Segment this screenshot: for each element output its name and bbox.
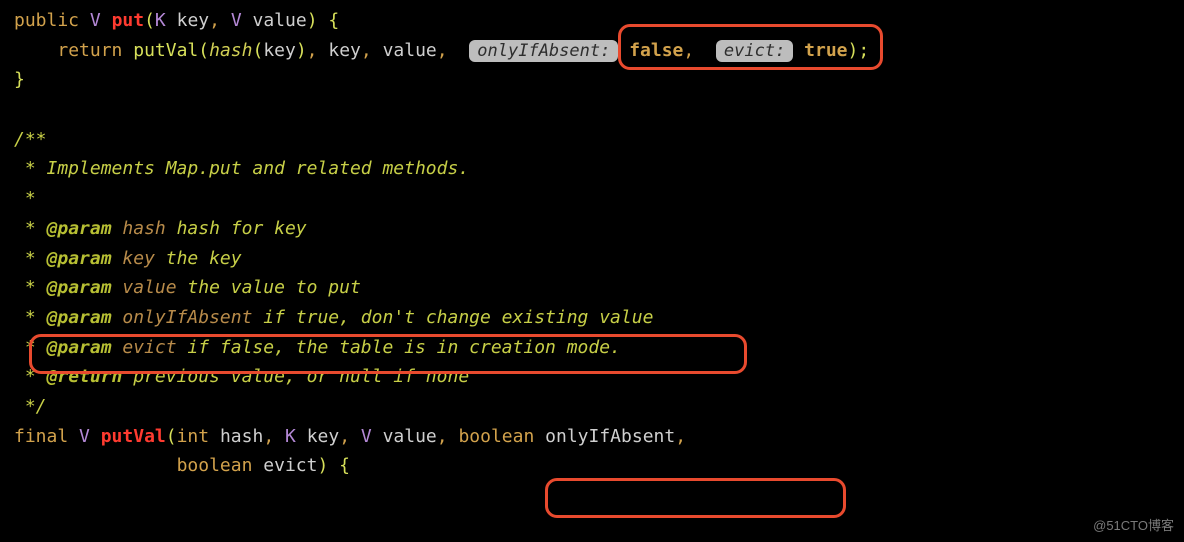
javadoc-pname: key (122, 248, 155, 269)
comma: , (361, 40, 372, 61)
call-hash: hash (209, 40, 252, 61)
javadoc-star: * (14, 337, 47, 358)
paren-open: ( (166, 426, 177, 447)
javadoc-tag: @return (47, 366, 123, 387)
javadoc-pname: onlyIfAbsent (122, 307, 252, 328)
comma: , (263, 426, 274, 447)
method-put: put (112, 10, 145, 31)
watermark: @51CTO博客 (1093, 515, 1174, 536)
comma: , (437, 426, 448, 447)
javadoc-star: * (14, 307, 47, 328)
brace-open: { (339, 455, 350, 476)
param-value: value (253, 10, 307, 31)
inlay-onlyifabsent: onlyIfAbsent: (469, 40, 618, 62)
param-evict: evict (263, 455, 317, 476)
type-k: K (285, 426, 296, 447)
arg-value: value (383, 40, 437, 61)
kw-int: int (177, 426, 210, 447)
javadoc-pname: hash (122, 218, 165, 239)
param-value: value (383, 426, 437, 447)
code-block: public V put(K key, V value) { return pu… (0, 0, 1184, 487)
javadoc-tag: @param (47, 307, 112, 328)
type-v2: V (361, 426, 372, 447)
paren-close: ) (307, 10, 318, 31)
comma: , (675, 426, 686, 447)
param-onlyifabsent: onlyIfAbsent (545, 426, 675, 447)
paren-close: ) (317, 455, 328, 476)
param-key: key (177, 10, 210, 31)
arg-key: key (328, 40, 361, 61)
arg-key: key (263, 40, 296, 61)
call-putval: putVal (133, 40, 198, 61)
kw-boolean: boolean (458, 426, 534, 447)
val-true: true (804, 40, 847, 61)
brace-open: { (328, 10, 339, 31)
javadoc-desc: if true, don't change existing value (252, 307, 653, 328)
comma: , (209, 10, 220, 31)
javadoc-close: */ (14, 396, 47, 417)
javadoc-star: * (14, 248, 47, 269)
comma: , (339, 426, 350, 447)
param-key: key (307, 426, 340, 447)
javadoc-tag: @param (47, 248, 112, 269)
javadoc-desc: if false, the table is in creation mode. (177, 337, 621, 358)
comma: , (683, 40, 694, 61)
javadoc-tag: @param (47, 218, 112, 239)
javadoc-desc: the value to put (177, 277, 361, 298)
javadoc-pname: value (122, 277, 176, 298)
type-v: V (90, 10, 101, 31)
javadoc-line: * Implements Map.put and related methods… (14, 158, 469, 179)
javadoc-desc: previous value, or null if none (122, 366, 469, 387)
javadoc-pname: evict (122, 337, 176, 358)
kw-boolean: boolean (177, 455, 253, 476)
paren-open: ( (252, 40, 263, 61)
paren-open: ( (198, 40, 209, 61)
javadoc-star: * (14, 218, 47, 239)
paren-open: ( (144, 10, 155, 31)
val-false: false (629, 40, 683, 61)
type-k: K (155, 10, 166, 31)
kw-public: public (14, 10, 79, 31)
javadoc-desc: the key (155, 248, 242, 269)
paren-close: ) (848, 40, 859, 61)
brace-close: } (14, 69, 25, 90)
param-hash: hash (220, 426, 263, 447)
javadoc-line: * (14, 188, 36, 209)
javadoc-tag: @param (47, 337, 112, 358)
paren-close: ) (296, 40, 307, 61)
javadoc-open: /** (14, 129, 47, 150)
type-v: V (79, 426, 90, 447)
kw-final: final (14, 426, 68, 447)
javadoc-star: * (14, 366, 47, 387)
method-putval: putVal (101, 426, 166, 447)
semicolon: ; (858, 40, 869, 61)
javadoc-desc: hash for key (166, 218, 307, 239)
comma: , (307, 40, 318, 61)
javadoc-star: * (14, 277, 47, 298)
kw-return: return (57, 40, 122, 61)
comma: , (437, 40, 448, 61)
inlay-evict: evict: (716, 40, 793, 62)
type-v2: V (231, 10, 242, 31)
javadoc-tag: @param (47, 277, 112, 298)
